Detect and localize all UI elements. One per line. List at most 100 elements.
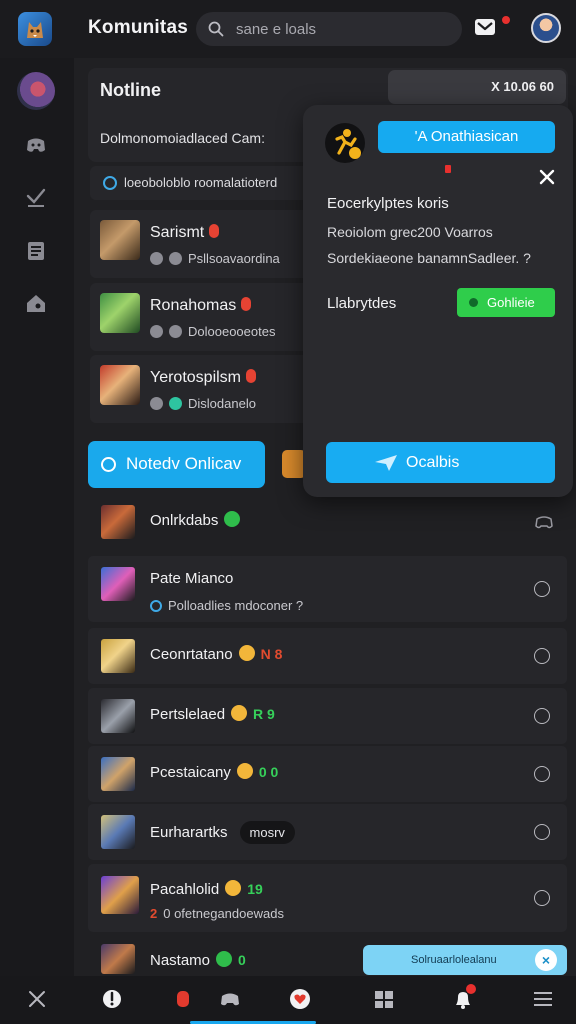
alert-badge-icon <box>246 369 257 383</box>
list-item[interactable]: Onlrkdabs <box>88 494 567 550</box>
list-item[interactable]: Pertslelaed R 9 <box>88 688 567 744</box>
status-ring-icon[interactable] <box>534 824 550 840</box>
status-icon <box>169 325 182 338</box>
row-avatar <box>101 944 135 974</box>
popover-main-button[interactable]: Ocalbis <box>326 442 555 483</box>
filter-row[interactable]: loeoboloblo roomalatioterd <box>90 166 310 200</box>
row-name: Eurharartks mosrv <box>150 821 295 844</box>
alert-badge-icon <box>241 297 252 311</box>
notline-badge[interactable]: X 10.06 60 <box>388 70 566 104</box>
app-logo[interactable] <box>18 12 52 46</box>
list-item[interactable]: Ceonrtatano N 8 <box>88 628 567 684</box>
status-ring-icon[interactable] <box>534 581 550 597</box>
row-avatar <box>101 876 139 914</box>
server-avatar[interactable] <box>17 72 55 110</box>
ring-icon <box>150 600 162 612</box>
toast-label: Solruaarlolealanu <box>411 954 497 966</box>
status-ring-icon[interactable] <box>534 648 550 664</box>
home-icon[interactable] <box>25 292 47 314</box>
list-item[interactable]: Eurharartks mosrv <box>88 804 567 860</box>
online-icon <box>169 397 182 410</box>
send-icon <box>375 455 397 471</box>
ring-icon <box>101 457 116 472</box>
bottom-nav <box>0 976 576 1024</box>
status-icon <box>150 397 163 410</box>
user-avatar[interactable] <box>531 13 561 43</box>
close-icon[interactable] <box>539 169 555 185</box>
heart-icon[interactable] <box>289 988 311 1010</box>
popover-logo <box>325 123 365 163</box>
row-avatar <box>101 505 135 539</box>
status-ring-icon[interactable] <box>534 766 550 782</box>
friend-avatar <box>100 220 140 260</box>
row-name: Pate Mianco <box>150 570 234 587</box>
online-button[interactable]: Notedv Onlicav <box>88 441 265 488</box>
notification-dot <box>502 16 510 24</box>
friend-item[interactable]: Sarismt Psllsoavaordina <box>90 210 310 278</box>
status-icon <box>150 325 163 338</box>
list-item[interactable]: Pate Mianco Polloadlies mdoconer ? <box>88 556 567 622</box>
runner-icon <box>335 129 361 159</box>
friend-item[interactable]: Ronahomas Dolooeooeotes <box>90 283 310 351</box>
status-ring-icon[interactable] <box>534 890 550 906</box>
notline-title: Notline <box>100 80 161 100</box>
search-icon <box>208 21 224 37</box>
menu-icon[interactable] <box>532 988 554 1010</box>
controller-icon[interactable] <box>535 514 553 530</box>
search-bar[interactable] <box>196 12 462 46</box>
row-subtitle: Polloadlies mdoconer ? <box>150 598 303 613</box>
emoji-icon <box>236 763 253 779</box>
notline-subtitle: Dolmonomoiadlaced Cam: <box>100 130 265 146</box>
row-subtitle: 20 ofetnegandoewads <box>150 906 284 921</box>
row-pill[interactable]: mosrv <box>239 821 295 844</box>
friend-status: Dislodanelo <box>150 396 256 411</box>
emoji-icon <box>231 705 248 721</box>
row-avatar <box>101 567 135 601</box>
filter-text: loeoboloblo roomalatioterd <box>124 175 278 190</box>
friend-item[interactable]: Yerotospilsm Dislodanelo <box>90 355 310 423</box>
notification-dot <box>466 984 476 994</box>
status-ring-icon[interactable] <box>534 708 550 724</box>
status-dot-icon <box>469 298 478 307</box>
row-avatar <box>101 639 135 673</box>
popover-heading: Eocerkylptes koris <box>327 195 449 212</box>
check-icon[interactable] <box>25 186 47 208</box>
friend-avatar <box>100 293 140 333</box>
row-name: Pertslelaed R 9 <box>150 705 275 723</box>
list-icon[interactable] <box>25 240 47 262</box>
list-item[interactable]: Pacahlolid 19 20 ofetnegandoewads <box>88 864 567 932</box>
left-rail <box>0 58 74 976</box>
alert-badge-icon <box>209 224 220 238</box>
emoji-icon <box>238 645 255 661</box>
flag-marker <box>445 165 451 173</box>
discord-icon[interactable] <box>25 134 47 156</box>
friend-status: Dolooeooeotes <box>150 324 275 339</box>
grid-icon[interactable] <box>373 988 395 1010</box>
gamepad-icon[interactable] <box>219 988 241 1010</box>
row-name: Ceonrtatano N 8 <box>150 645 283 663</box>
mail-icon[interactable] <box>474 18 496 36</box>
friend-avatar <box>100 365 140 405</box>
row-name: Nastamo 0 <box>150 951 246 969</box>
popover-cta-button[interactable]: 'A Onathiasican <box>378 121 555 153</box>
row-avatar <box>101 699 135 733</box>
row-name: Pacahlolid 19 <box>150 880 263 898</box>
toast-pill[interactable]: Solruaarlolealanu × <box>363 945 567 975</box>
row-avatar <box>101 815 135 849</box>
emoji-icon <box>224 511 241 527</box>
close-icon[interactable]: × <box>535 949 557 971</box>
filter-ring-icon <box>103 176 117 190</box>
top-bar: Komunitas <box>0 0 576 58</box>
red-badge-icon[interactable] <box>172 988 194 1010</box>
list-item[interactable]: Pcestaicany 0 0 <box>88 746 567 802</box>
status-icon <box>150 252 163 265</box>
search-input[interactable] <box>234 18 449 40</box>
popover-line: Sordekiaeone banamnSadleer. ? <box>327 250 531 266</box>
online-button-label: Notedv Onlicav <box>126 454 242 473</box>
popover-label: Llabrytdes <box>327 295 397 312</box>
alert-icon[interactable] <box>101 988 123 1010</box>
close-icon[interactable] <box>26 988 48 1010</box>
popover-panel: 'A Onathiasican Eocerkylptes koris Reoio… <box>303 105 573 497</box>
app-title: Komunitas <box>88 17 188 38</box>
popover-status-badge[interactable]: Gohlieie <box>457 288 555 317</box>
